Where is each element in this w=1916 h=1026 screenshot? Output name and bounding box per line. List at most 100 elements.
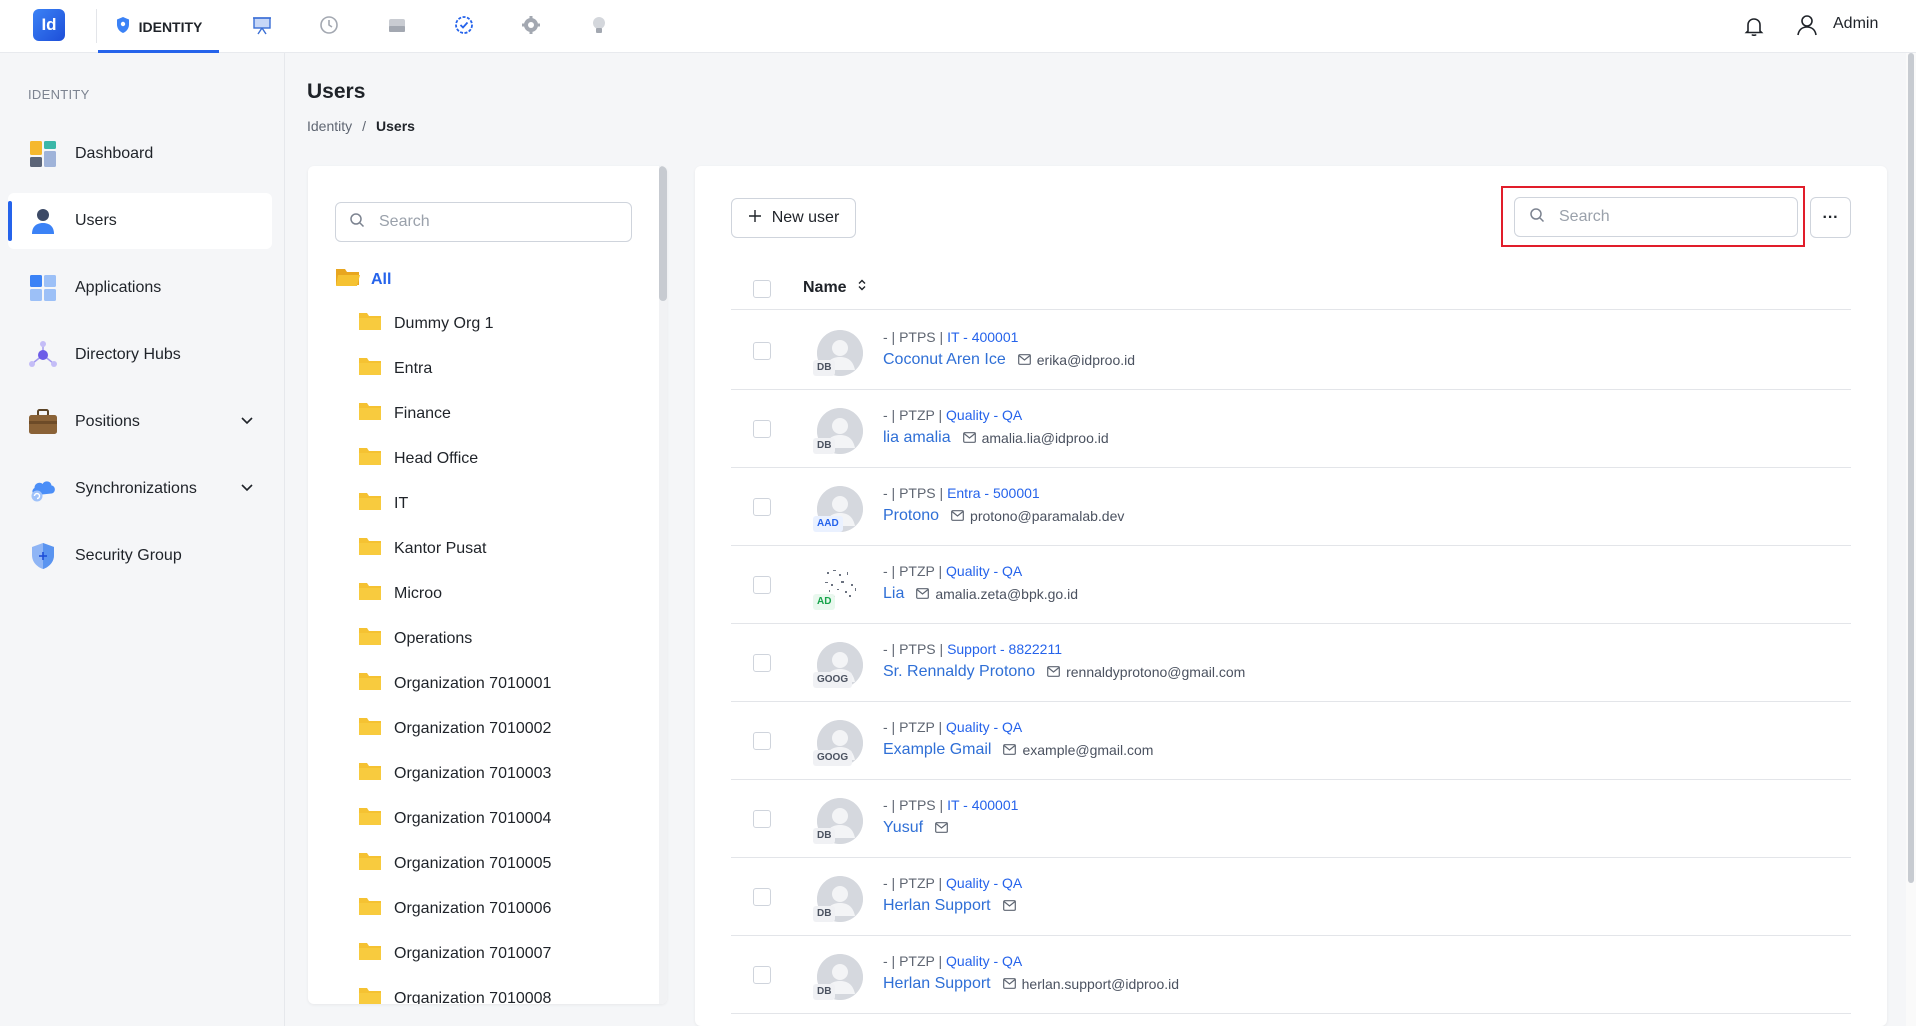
sidebar-section-title: IDENTITY xyxy=(28,87,90,102)
row-department[interactable]: Support - 8822211 xyxy=(947,641,1062,657)
user-search-input[interactable]: Search xyxy=(1514,197,1798,237)
user-name-link[interactable]: lia amalia xyxy=(883,429,951,447)
row-department[interactable]: Quality - QA xyxy=(946,563,1022,579)
sort-icon[interactable] xyxy=(857,278,867,297)
tab-identity-label: IDENTITY xyxy=(138,18,203,35)
row-checkbox[interactable] xyxy=(753,810,771,828)
org-tree-item-label: Organization 7010001 xyxy=(394,674,552,692)
scrollbar-thumb[interactable] xyxy=(1908,53,1914,883)
user-name-link[interactable]: Protono xyxy=(883,507,939,525)
folder-icon xyxy=(358,356,382,381)
table-row[interactable]: AD - | PTZP | Quality - QA Lia amalia.zeta@… xyxy=(731,546,1851,624)
chevron-down-icon[interactable] xyxy=(240,480,254,499)
tab-identity[interactable]: IDENTITY xyxy=(98,0,219,53)
org-tree-item[interactable]: Finance xyxy=(358,401,451,426)
row-checkbox[interactable] xyxy=(753,498,771,516)
scrollbar-thumb[interactable] xyxy=(659,166,667,301)
row-department[interactable]: Quality - QA xyxy=(946,407,1022,423)
org-tree-item[interactable]: Organization 7010006 xyxy=(358,896,551,921)
table-row[interactable]: DB - | PTZP | Quality - QA Herlan Support h… xyxy=(731,936,1851,1014)
org-tree-item[interactable]: IT xyxy=(358,491,408,516)
page-scrollbar[interactable] xyxy=(1906,53,1916,1026)
row-department[interactable]: IT - 400001 xyxy=(947,797,1018,813)
org-tree-item[interactable]: Organization 7010007 xyxy=(358,941,551,966)
org-tree-all[interactable]: All xyxy=(335,266,391,293)
org-tree-scrollbar[interactable] xyxy=(659,166,667,1004)
row-name-line: Herlan Support xyxy=(883,897,1022,915)
folder-icon xyxy=(358,761,382,786)
mail-icon xyxy=(1002,976,1016,992)
user-name-link[interactable]: Sr. Rennaldy Protono xyxy=(883,663,1035,681)
user-name-link[interactable]: Herlan Support xyxy=(883,975,991,993)
more-options-button[interactable]: ··· xyxy=(1810,197,1851,238)
org-tree-item[interactable]: Microo xyxy=(358,581,442,606)
org-tree-item[interactable]: Organization 7010001 xyxy=(358,671,551,696)
row-checkbox[interactable] xyxy=(753,732,771,750)
mail-icon xyxy=(1047,664,1060,680)
lightbulb-icon[interactable] xyxy=(586,12,612,38)
row-department[interactable]: Entra - 500001 xyxy=(947,485,1040,501)
breadcrumb-identity[interactable]: Identity xyxy=(307,118,352,134)
row-department[interactable]: Quality - QA xyxy=(946,953,1022,969)
row-checkbox[interactable] xyxy=(753,342,771,360)
sidebar-item-directory-hubs[interactable]: Directory Hubs xyxy=(8,327,272,383)
user-name-link[interactable]: Example Gmail xyxy=(883,741,991,759)
org-tree-item[interactable]: Organization 7010008 xyxy=(358,986,551,1004)
org-tree-item[interactable]: Head Office xyxy=(358,446,478,471)
org-tree-item[interactable]: Organization 7010003 xyxy=(358,761,551,786)
user-icon[interactable] xyxy=(1793,11,1821,39)
new-user-button[interactable]: New user xyxy=(731,198,856,238)
sidebar-item-synchronizations[interactable]: Synchronizations xyxy=(8,461,272,517)
table-row[interactable]: DB - | PTZP | Quality - QA Herlan Support xyxy=(731,858,1851,936)
org-tree-item[interactable]: Operations xyxy=(358,626,472,651)
user-name-label[interactable]: Admin xyxy=(1833,15,1878,33)
user-search-placeholder: Search xyxy=(1559,208,1610,225)
source-badge: DB xyxy=(813,438,836,454)
select-all-checkbox[interactable] xyxy=(753,280,771,298)
drive-icon[interactable] xyxy=(384,12,410,38)
sidebar-item-dashboard[interactable]: Dashboard xyxy=(8,126,272,182)
row-department[interactable]: IT - 400001 xyxy=(947,329,1018,345)
org-tree-item[interactable]: Kantor Pusat xyxy=(358,536,487,561)
table-row[interactable]: GOOG - | PTPS | Support - 8822211 Sr. Renn… xyxy=(731,624,1851,702)
row-checkbox[interactable] xyxy=(753,576,771,594)
bell-icon[interactable] xyxy=(1740,12,1768,40)
org-tree-item[interactable]: Dummy Org 1 xyxy=(358,311,494,336)
presentation-icon[interactable] xyxy=(249,12,275,38)
row-department[interactable]: Quality - QA xyxy=(946,719,1022,735)
sidebar-item-security-group[interactable]: Security Group xyxy=(8,528,272,584)
check-circle-icon[interactable] xyxy=(451,12,477,38)
row-checkbox[interactable] xyxy=(753,966,771,984)
user-name-link[interactable]: Lia xyxy=(883,585,904,603)
app-logo[interactable]: Id xyxy=(33,9,65,41)
table-row[interactable]: DB - | PTPS | IT - 400001 Coconut Aren Ice… xyxy=(731,312,1851,390)
org-tree-item[interactable]: Organization 7010004 xyxy=(358,806,551,831)
table-row[interactable]: AAD - | PTPS | Entra - 500001 Protono proto… xyxy=(731,468,1851,546)
name-column-header[interactable]: Name xyxy=(803,278,867,297)
history-icon[interactable] xyxy=(316,12,342,38)
org-tree-item[interactable]: Entra xyxy=(358,356,432,381)
table-row[interactable]: DB - | PTZP | Quality - QA lia amalia amali… xyxy=(731,390,1851,468)
org-tree-item-label: Finance xyxy=(394,404,451,422)
org-search-input[interactable]: Search xyxy=(335,202,632,242)
row-name-line: Protono protono@paramalab.dev xyxy=(883,507,1124,525)
org-tree-item[interactable]: Organization 7010002 xyxy=(358,716,551,741)
sidebar-item-positions[interactable]: Positions xyxy=(8,394,272,450)
cloud-sync-icon xyxy=(28,474,58,504)
user-name-link[interactable]: Herlan Support xyxy=(883,897,991,915)
gear-icon[interactable] xyxy=(518,12,544,38)
sidebar-item-users[interactable]: Users xyxy=(8,193,272,249)
row-email-text: protono@paramalab.dev xyxy=(970,508,1125,524)
row-checkbox[interactable] xyxy=(753,420,771,438)
row-email-text: rennaldyprotono@gmail.com xyxy=(1066,664,1246,680)
row-checkbox[interactable] xyxy=(753,888,771,906)
row-checkbox[interactable] xyxy=(753,654,771,672)
org-tree-item[interactable]: Organization 7010005 xyxy=(358,851,551,876)
row-department[interactable]: Quality - QA xyxy=(946,875,1022,891)
table-row[interactable]: GOOG - | PTZP | Quality - QA Example Gmail… xyxy=(731,702,1851,780)
user-name-link[interactable]: Yusuf xyxy=(883,819,923,837)
table-row[interactable]: DB - | PTPS | IT - 400001 Yusuf xyxy=(731,780,1851,858)
user-name-link[interactable]: Coconut Aren Ice xyxy=(883,351,1006,369)
chevron-down-icon[interactable] xyxy=(240,413,254,432)
sidebar-item-applications[interactable]: Applications xyxy=(8,260,272,316)
